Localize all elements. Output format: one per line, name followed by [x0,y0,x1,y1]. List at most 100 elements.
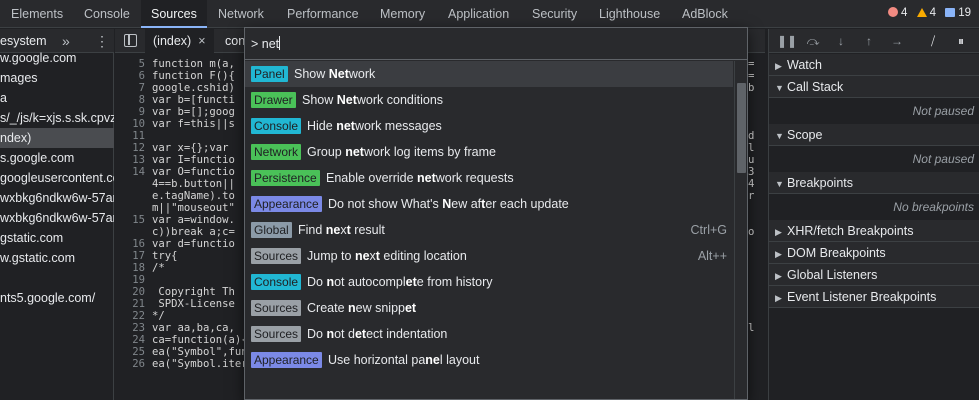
command-item[interactable]: Network Group network log items by frame [245,139,733,165]
line-number[interactable]: 14 [115,166,152,178]
code-text: var d=functio [152,238,235,250]
line-number[interactable]: 8 [115,94,152,106]
section-breakpoints[interactable]: ▼ Breakpoints [769,172,979,194]
issues-counter[interactable]: 4 4 19 [882,7,971,21]
code-line: 22 */ [115,310,165,322]
code-line: 11 [115,130,152,142]
command-item[interactable]: Appearance Do not show What's New after e… [245,191,733,217]
code-overflow-char: d [748,130,755,142]
line-number[interactable]: 17 [115,250,152,262]
messages-count[interactable]: 19 [945,7,971,19]
line-number[interactable]: 23 [115,322,152,334]
label-segment: ew af [451,197,482,211]
pause-on-exceptions-icon[interactable]: ⏸ [953,33,969,49]
match-highlight: n [326,275,335,289]
line-number[interactable]: 7 [115,82,152,94]
line-number[interactable]: 26 [115,358,152,370]
navigator-item[interactable]: mages [0,68,114,88]
warning-icon [916,8,927,17]
navigator-item[interactable]: wxbkg6ndkw6w-57ark [0,208,114,228]
devtools-tab-bar: Elements Console Sources Network Performance… [0,0,979,28]
line-number[interactable]: 24 [115,334,152,346]
line-number[interactable]: 9 [115,106,152,118]
close-tab-icon[interactable]: × [198,34,205,48]
toggle-navigator-icon[interactable] [124,34,137,47]
tab-network[interactable]: Network [218,0,264,28]
line-number[interactable]: 12 [115,142,152,154]
line-number[interactable]: 20 [115,286,152,298]
step-into-icon[interactable]: ↓ [833,33,849,49]
navigator-item[interactable]: googleusercontent.con [0,168,114,188]
step-icon[interactable]: → [889,33,905,49]
category-badge: Sources [251,326,302,342]
line-number[interactable]: 21 [115,298,152,310]
command-scrollbar[interactable] [734,61,747,399]
category-badge: Console [251,118,302,134]
line-number[interactable]: 16 [115,238,152,250]
warnings-count[interactable]: 4 [916,7,936,19]
code-text: e.tagName).to [152,190,235,202]
code-overflow-char: u [748,154,755,166]
tab-sources[interactable]: Sources [141,0,207,28]
navigator-item[interactable]: ndex) [0,128,114,148]
label-segment: Create [307,301,348,315]
line-number[interactable]: 15 [115,214,152,226]
section-dom-breakpoints[interactable]: ▶ DOM Breakpoints [769,242,979,264]
line-number[interactable]: 11 [115,130,152,142]
command-item[interactable]: Persistence Enable override network reque… [245,165,733,191]
section-xhr-fetch-breakpoints[interactable]: ▶ XHR/fetch Breakpoints [769,220,979,242]
navigator-item[interactable] [0,268,114,288]
section-scope[interactable]: ▼ Scope [769,124,979,146]
section-watch[interactable]: ▶ Watch [769,54,979,76]
section-call-stack[interactable]: ▼ Call Stack [769,76,979,98]
line-number[interactable]: 22 [115,310,152,322]
line-number[interactable]: 13 [115,154,152,166]
command-item[interactable]: Console Hide network messages [245,113,733,139]
line-number[interactable]: 25 [115,346,152,358]
command-item[interactable]: Global Find next result Ctrl+G [245,217,733,243]
line-number[interactable]: 6 [115,70,152,82]
step-out-icon[interactable]: ↑ [861,33,877,49]
section-event-listener-breakpoints[interactable]: ▶ Event Listener Breakpoints [769,286,979,308]
expand-right-icon: ▶ [775,293,782,303]
command-item[interactable]: Appearance Use horizontal panel layout [245,347,733,373]
scrollbar-thumb[interactable] [737,83,746,173]
navigator-item[interactable]: w.google.com [0,48,114,68]
match-highlight: n [326,327,335,341]
label-segment: Hide [307,119,337,133]
command-item[interactable]: Panel Show Network [245,61,733,87]
tab-performance[interactable]: Performance [287,0,359,28]
tab-console[interactable]: Console [84,0,130,28]
command-item[interactable]: Drawer Show Network conditions [245,87,733,113]
tab-security[interactable]: Security [532,0,577,28]
section-global-listeners[interactable]: ▶ Global Listeners [769,264,979,286]
command-input[interactable]: > net [245,28,747,60]
tab-application[interactable]: Application [448,0,509,28]
navigator-item[interactable]: a [0,88,114,108]
command-item[interactable]: Sources Do not detect indentation [245,321,733,347]
tab-adblock[interactable]: AdBlock [682,0,728,28]
line-number[interactable]: 18 [115,262,152,274]
editor-tab-index[interactable]: (index) × [145,29,214,53]
command-item[interactable]: Sources Create new snippet [245,295,733,321]
navigator-item[interactable]: nts5.google.com/ [0,288,114,308]
line-number[interactable]: 19 [115,274,152,286]
navigator-item[interactable]: w.gstatic.com [0,248,114,268]
tab-memory[interactable]: Memory [380,0,425,28]
label-segment: Use horizontal pa [328,353,426,367]
tab-lighthouse[interactable]: Lighthouse [599,0,660,28]
tab-elements[interactable]: Elements [11,0,63,28]
line-number[interactable]: 10 [115,118,152,130]
pause-icon[interactable]: ❚❚ [777,33,797,49]
command-item[interactable]: Console Do not autocomplete from history [245,269,733,295]
step-over-icon[interactable]: ⤼ [805,33,821,49]
navigator-item[interactable]: wxbkg6ndkw6w-57ark [0,188,114,208]
code-text: var x={};var [152,142,229,154]
navigator-item[interactable]: s/_/js/k=xjs.s.sk.cpvz [0,108,114,128]
errors-count[interactable]: 4 [887,7,907,19]
navigator-item[interactable]: s.google.com [0,148,114,168]
line-number[interactable]: 5 [115,58,152,70]
command-item[interactable]: Sources Jump to next editing location Alt+… [245,243,733,269]
navigator-item[interactable]: gstatic.com [0,228,114,248]
deactivate-breakpoints-icon[interactable]: ⧸ [925,33,941,49]
